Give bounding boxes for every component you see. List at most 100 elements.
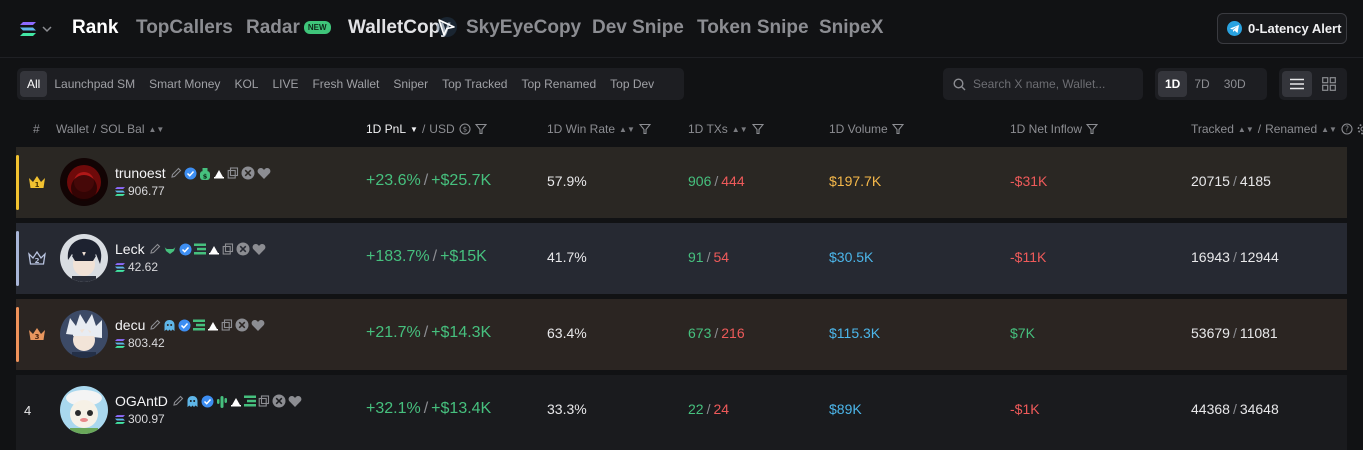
edit-pencil-icon[interactable] [149,243,161,255]
sort-desc-icon[interactable]: ▼ [410,125,418,134]
copy-icon[interactable] [221,319,233,331]
filter-icon[interactable] [1086,123,1099,135]
x-social-icon[interactable] [272,394,286,408]
wallet-name[interactable]: trunoest [115,165,166,181]
sol-balance-value: 906.77 [128,184,165,198]
grid-view-button[interactable] [1314,71,1344,97]
rank-number: 2 [35,257,40,265]
zero-latency-alert-button[interactable]: 0-Latency Alert [1217,13,1347,44]
solana-icon [115,414,125,424]
rank-number: 4 [24,403,32,418]
col-tracked-label[interactable]: Tracked [1191,122,1234,136]
nav-rank[interactable]: Rank [72,17,118,39]
help-icon[interactable]: ? [1341,123,1353,135]
pnl-percent: +21.7% [366,324,421,341]
col-winrate-label[interactable]: 1D Win Rate [547,122,615,136]
nav-dev-snipe[interactable]: Dev Snipe [592,17,684,39]
filter-kol[interactable]: KOL [227,71,265,97]
sort-icon[interactable]: ▲▼ [1321,125,1337,134]
search-input[interactable] [973,77,1133,91]
table-row[interactable]: 3 decu 803.42 +21.7% / +$14.3K 63.4% 673/2… [16,299,1347,370]
filter-live[interactable]: LIVE [265,71,305,97]
sol-balance: 42.62 [115,260,158,274]
crown-gold-icon: 1 [29,176,45,189]
table-row[interactable]: 1 trunoest $ 906.77 +23.6% / +$25.7K 57.9%… [16,147,1347,218]
avatar[interactable] [60,158,108,206]
filter-all[interactable]: All [20,71,48,97]
edit-pencil-icon[interactable] [149,319,161,331]
win-rate: 63.4% [547,325,587,341]
chevron-down-icon [42,26,52,33]
solana-icon [115,262,125,272]
filter-launchpad-sm[interactable]: Launchpad SM [47,71,142,97]
col-sol-bal-label[interactable]: SOL Bal [100,122,144,136]
col-inflow-label[interactable]: 1D Net Inflow [1010,122,1082,136]
filter-top-renamed[interactable]: Top Renamed [514,71,603,97]
copy-icon[interactable] [258,395,270,407]
pnl-usd: +$13.4K [431,400,492,417]
filter-icon[interactable] [638,123,651,135]
avatar[interactable] [60,234,108,282]
filter-icon[interactable] [891,123,904,135]
telegram-icon [1227,21,1242,36]
nav-token-snipe[interactable]: Token Snipe [697,17,809,39]
table-row[interactable]: 2 Leck 42.62 +183.7% / +$15K 41.7% 91/54 $… [16,223,1347,294]
tracked-count: 16943 [1191,249,1230,265]
nav-topcallers[interactable]: TopCallers [136,17,233,39]
win-rate: 57.9% [547,173,587,189]
period-30d[interactable]: 30D [1217,71,1253,97]
pnl-cell: +23.6% / +$25.7K [366,172,491,190]
nav-skyeyecopy[interactable]: SkyEyeCopy [466,17,581,39]
edit-pencil-icon[interactable] [172,395,184,407]
avatar[interactable] [60,310,108,358]
copy-icon[interactable] [222,243,234,255]
verified-badge-icon [184,167,197,179]
period-1d[interactable]: 1D [1158,71,1188,97]
heart-icon[interactable] [257,167,271,180]
col-volume-label[interactable]: 1D Volume [829,122,888,136]
col-txs-label[interactable]: 1D TXs [688,122,728,136]
heart-icon[interactable] [288,395,302,408]
wallet-name[interactable]: decu [115,317,145,333]
list-view-button[interactable] [1282,71,1312,97]
col-pnl-label[interactable]: 1D PnL [366,122,406,136]
chain-selector[interactable] [20,18,54,40]
x-social-icon[interactable] [236,242,250,256]
currency-switch-icon[interactable]: $ [459,123,471,135]
stats-bars-icon [193,319,206,331]
sort-icon[interactable]: ▲▼ [149,125,165,134]
wallet-name[interactable]: OGAntD [115,393,168,409]
sort-icon[interactable]: ▲▼ [1238,125,1254,134]
rank-accent-bar [16,307,19,362]
solana-icon [115,186,125,196]
sort-icon[interactable]: ▲▼ [619,125,635,134]
heart-icon[interactable] [251,319,265,332]
filter-icon[interactable] [751,123,764,135]
nav-snipex[interactable]: SnipeX [819,17,883,39]
filter-fresh-wallet[interactable]: Fresh Wallet [305,71,386,97]
filter-icon[interactable] [474,123,487,135]
avatar[interactable] [60,386,108,434]
heart-icon[interactable] [252,243,266,256]
ghost-icon [187,395,198,407]
filter-sniper[interactable]: Sniper [386,71,435,97]
filter-smart-money[interactable]: Smart Money [142,71,227,97]
table-row[interactable]: 4 OGAntD 300.97 +32.1% / +$13.4K 33.3% 2… [16,375,1347,450]
pump-pill-icon [213,170,224,179]
col-renamed-label[interactable]: Renamed [1265,122,1317,136]
settings-gear-icon[interactable] [1357,123,1363,135]
rank-accent-bar [16,155,19,210]
sort-icon[interactable]: ▲▼ [732,125,748,134]
period-7d[interactable]: 7D [1187,71,1216,97]
x-social-icon[interactable] [235,318,249,332]
filter-top-dev[interactable]: Top Dev [603,71,661,97]
nav-radar[interactable]: Radar NEW [246,17,331,39]
x-social-icon[interactable] [241,166,255,180]
col-usd-label[interactable]: USD [429,122,454,136]
separator: / [1232,249,1237,265]
filter-top-tracked[interactable]: Top Tracked [435,71,514,97]
separator: / [1232,173,1237,189]
edit-pencil-icon[interactable] [170,167,182,179]
copy-icon[interactable] [227,167,239,179]
wallet-name[interactable]: Leck [115,241,145,257]
